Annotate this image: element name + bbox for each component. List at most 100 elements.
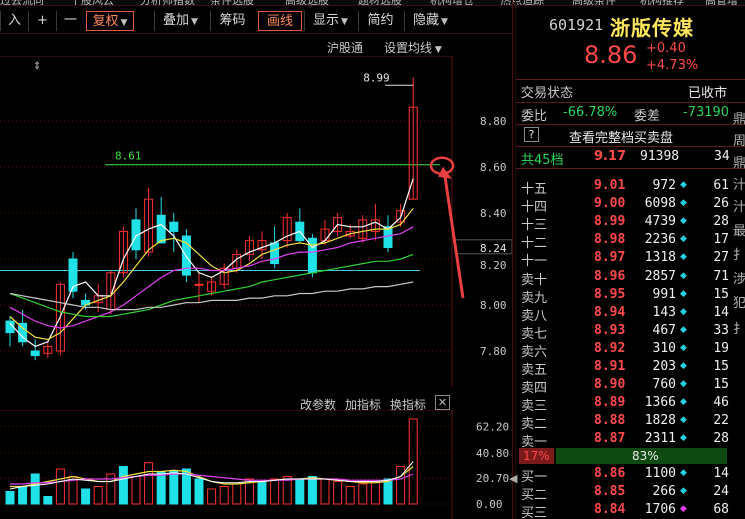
tool-plus[interactable]: +	[28, 11, 56, 31]
ask-level-volume: 1366	[644, 395, 676, 411]
ask-level-count: 28	[713, 214, 729, 230]
ask-level-volume: 1828	[644, 413, 676, 429]
level-marker-icon: ◆	[680, 361, 687, 371]
hide-button[interactable]: 隐藏 ▼	[404, 11, 456, 31]
ask-level-volume: 2311	[644, 431, 676, 447]
restore-rights-button[interactable]: 复权 ▼	[86, 11, 134, 31]
simple-button[interactable]: 简约	[358, 11, 402, 31]
level-marker-icon: ◆	[680, 397, 687, 408]
bid-level-label: 买三	[521, 506, 548, 519]
ask-level-label: 卖四	[521, 381, 548, 397]
top-menu-item[interactable]: 高级选股	[285, 0, 329, 5]
level-marker-icon: ◆	[680, 288, 687, 299]
bid-level-volume: 266	[652, 484, 676, 500]
ask-level-label: 卖六	[521, 344, 548, 360]
volume-axis-label: 20.70	[476, 472, 509, 485]
overlay-button[interactable]: 叠加 ▼	[154, 11, 206, 31]
ask-level-row[interactable]: 卖八 8.94 143 14 ◆	[516, 305, 745, 324]
caret-down-icon: ▼	[120, 18, 128, 28]
price-axis-label: 8.24	[480, 242, 507, 255]
ask-level-row[interactable]: 卖六 8.92 310 19 ◆	[516, 340, 745, 360]
volume-bar	[131, 476, 141, 505]
ask-level-row[interactable]: 卖一 8.87 2311 28 ◆	[516, 431, 745, 450]
candlestick-chart[interactable]: 8.80 8.60 8.40 8.24 8.20 8.00 7.80 8.61 8.99 ⇕	[0, 56, 512, 386]
ask-level-row[interactable]: 卖三 8.89 1366 46 ◆	[516, 395, 745, 415]
candle-body	[270, 242, 280, 265]
candle-body	[383, 226, 393, 249]
ask-level-label: 卖八	[521, 308, 548, 324]
volume-bar	[345, 486, 355, 505]
price-axis-label: 7.80	[480, 345, 507, 358]
side-panel-glyph: 周	[733, 134, 745, 149]
ask-level-row[interactable]: 卖七 8.93 467 33 ◆	[516, 322, 745, 342]
level-marker-icon: ◆	[680, 342, 687, 353]
candle-body	[194, 283, 204, 286]
top-menu-item[interactable]: 个股风云	[70, 0, 114, 5]
ask-level-count: 27	[713, 250, 729, 266]
bid-level-row[interactable]: 买二 8.85 266 24 ◆	[516, 484, 745, 503]
volume-bar	[320, 478, 330, 505]
ask-level-count: 26	[713, 196, 729, 212]
ask-level-label: 十三	[521, 218, 548, 234]
volume-chart[interactable]: 62.20 40.80 20.70 0.00	[0, 410, 512, 519]
volume-bar	[169, 471, 179, 505]
ask-level-row[interactable]: 十五 9.01 972 61 ◆	[516, 178, 745, 197]
ask-level-row[interactable]: 十三 8.99 4739 28 ◆	[516, 214, 745, 234]
side-panel-glyph: 鼎	[733, 156, 745, 171]
weibi-value: -66.78%	[563, 105, 618, 120]
volume-bar	[144, 462, 154, 505]
ask-level-count: 22	[713, 413, 729, 429]
price-axis-label: 8.40	[480, 207, 507, 220]
bid-level-row[interactable]: 买一 8.86 1100 14 ◆	[516, 466, 745, 485]
ask-level-volume: 203	[652, 359, 676, 374]
tool-in[interactable]: 入	[0, 11, 28, 31]
level-marker-icon: ◆	[680, 270, 687, 281]
ask-level-count: 33	[713, 322, 729, 338]
top-menu-item[interactable]: 题材选股	[358, 0, 402, 5]
candle-body	[156, 214, 166, 244]
ask-level-label: 卖十	[521, 272, 548, 288]
volume-bar	[307, 476, 317, 505]
top-menu-item[interactable]: 分析师指数	[140, 0, 195, 5]
chips-button[interactable]: 筹码	[210, 11, 254, 31]
bid-level-volume: 1706	[644, 502, 676, 518]
ask-level-row[interactable]: 卖九 8.95 991 15 ◆	[516, 287, 745, 306]
volume-bar	[370, 481, 380, 505]
candle-body	[30, 350, 40, 357]
ask-level-volume: 6098	[644, 196, 676, 212]
top-menu-item[interactable]: 机构增仓	[430, 0, 474, 5]
ask-level-row[interactable]: 卖十 8.96 2857 71 ◆	[516, 269, 745, 288]
close-icon[interactable]: ✕	[435, 395, 450, 410]
level-marker-icon: ◆	[680, 379, 687, 390]
ask-level-row[interactable]: 十四 9.00 6098 26 ◆	[516, 196, 745, 215]
quote-panel: 601921 浙版传媒 8.86 +0.40 +4.73% 交易状态 已收市 委…	[516, 0, 745, 519]
ask-level-label: 卖三	[521, 399, 548, 415]
ask-level-count: 28	[713, 431, 729, 447]
ask-level-volume: 2236	[644, 232, 676, 248]
volume-bar	[118, 466, 128, 505]
ask-level-row[interactable]: 十一 8.97 1318 27 ◆	[516, 250, 745, 269]
ask-level-row[interactable]: 卖四 8.90 760 15 ◆	[516, 377, 745, 397]
tab-hk-connect[interactable]: 沪股通	[327, 39, 363, 56]
ask-level-count: 19	[713, 340, 729, 356]
top-menu-item[interactable]: 过去流向	[0, 0, 44, 5]
volume-axis-label: 0.00	[476, 498, 503, 511]
ask-level-volume: 467	[652, 322, 676, 338]
ask-level-row[interactable]: 十二 8.98 2236 17 ◆	[516, 232, 745, 251]
ask-level-row[interactable]: 卖五 8.91 203 15 ◆	[516, 359, 745, 378]
draw-line-button[interactable]: 画线	[258, 11, 302, 31]
side-panel-glyph: 扌	[733, 248, 745, 263]
tool-minus[interactable]: 一	[56, 11, 84, 31]
bid-level-row[interactable]: 买三 8.84 1706 68 ◆	[516, 502, 745, 519]
stock-name[interactable]: 浙版传媒	[610, 12, 694, 41]
display-button[interactable]: 显示 ▼	[304, 11, 356, 31]
side-panel-glyph: 汁	[733, 200, 745, 215]
caret-down-icon: ▼	[191, 17, 198, 27]
ask-level-label: 卖二	[521, 417, 548, 433]
full-book-button[interactable]: ? 查看完整档买卖盘	[516, 125, 745, 146]
top-menu-item[interactable]: 条件选股	[210, 0, 254, 5]
ask-level-row[interactable]: 卖二 8.88 1828 22 ◆	[516, 413, 745, 433]
ask-level-count: 17	[713, 232, 729, 248]
ask-level-label: 卖七	[521, 326, 548, 342]
ma-settings-link[interactable]: 设置均线 ▼	[384, 39, 442, 56]
